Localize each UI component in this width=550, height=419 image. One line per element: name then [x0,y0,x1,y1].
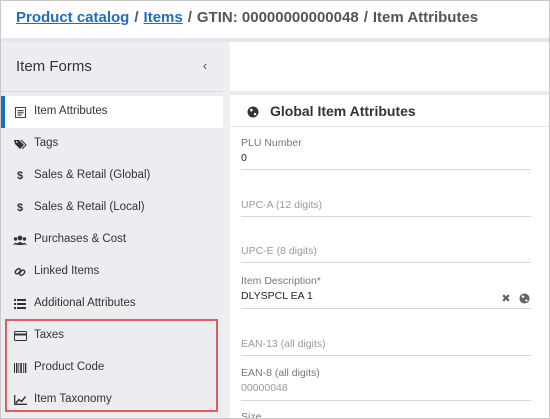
app-window: Product catalog / Items / GTIN: 000000000000… [0,0,550,419]
field-value: 0 [241,152,247,164]
field-value: DLYSPCL EA 1 [241,290,313,302]
list-icon [13,297,27,311]
field-placeholder: EAN-13 (all digits) [241,338,326,350]
sidebar-item-label: Sales & Retail (Local) [34,201,145,213]
field-placeholder: UPC-A (12 digits) [241,199,323,211]
form-icon [13,105,27,119]
globe-icon [247,105,259,123]
sidebar-item-label: Additional Attributes [34,297,136,309]
field-underline [241,400,531,401]
sidebar-item-label: Sales & Retail (Global) [34,169,151,181]
sidebar-item-label: Purchases & Cost [34,233,127,245]
content-gutter [223,42,230,418]
field-underline [241,216,531,217]
sidebar-item-label: Tags [34,137,59,149]
global-item-attributes-panel: Global Item Attributes PLU Number 0 UPC-… [230,95,549,419]
dollar-icon: $ [16,202,24,214]
breadcrumb-separator: / [363,9,368,26]
breadcrumb: Product catalog / Items / GTIN: 000000000000… [16,9,478,31]
panel-title: Global Item Attributes [270,103,416,119]
item-description-field[interactable]: Item Description* DLYSPCL EA 1 ✖ [241,275,531,309]
sidebar-item-item-attributes[interactable]: Item Attributes [1,96,223,128]
breadcrumb-separator: / [187,9,192,26]
globe-icon[interactable] [518,293,530,305]
highlight-box [5,319,218,412]
field-placeholder: UPC-E (8 digits) [241,245,317,257]
sidebar-item-sales-retail-local[interactable]: $ Sales & Retail (Local) [1,192,223,224]
panel-header: Global Item Attributes [230,95,549,127]
field-underline [241,169,531,170]
tags-icon [13,137,27,151]
field-value: 00000048 [241,382,288,394]
field-underline [241,308,531,309]
sidebar-item-label: Item Attributes [34,105,108,117]
ean-8-field[interactable]: EAN-8 (all digits) 00000048 [241,367,531,401]
link-icon [13,265,27,279]
breadcrumb-separator: / [134,9,139,26]
breadcrumb-current: Item Attributes [372,9,479,26]
breadcrumb-gtin: GTIN: 00000000000048 [196,9,359,26]
field-label: EAN-8 (all digits) [241,367,320,379]
sidebar-item-sales-retail-global[interactable]: $ Sales & Retail (Global) [1,160,223,192]
sidebar-item-linked-items[interactable]: Linked Items [1,256,223,288]
upc-e-field[interactable]: UPC-E (8 digits) [241,245,531,263]
ean-13-field[interactable]: EAN-13 (all digits) [241,338,531,356]
field-underline [241,262,531,263]
field-label: Size [241,411,262,419]
plu-number-field[interactable]: PLU Number 0 [241,137,531,170]
sidebar-item-purchases-cost[interactable]: Purchases & Cost [1,224,223,256]
field-label: Item Description* [241,275,321,287]
field-underline [241,355,531,356]
dollar-icon: $ [16,170,24,182]
sidebar-item-tags[interactable]: Tags [1,128,223,160]
sidebar-title: Item Forms [16,58,92,75]
upc-a-field[interactable]: UPC-A (12 digits) [241,199,531,217]
content-toolbar [230,42,549,91]
field-label: PLU Number [241,137,302,149]
clear-icon[interactable]: ✖ [500,293,512,305]
sidebar-header: Item Forms ‹ [1,42,223,92]
users-icon [13,233,27,247]
sidebar-item-additional-attributes[interactable]: Additional Attributes [1,288,223,320]
size-field[interactable]: Size [241,411,531,419]
breadcrumb-product-catalog-link[interactable]: Product catalog [16,9,129,26]
breadcrumb-items-link[interactable]: Items [144,9,183,26]
collapse-sidebar-button[interactable]: ‹ [198,58,212,74]
sidebar-item-label: Linked Items [34,265,100,277]
